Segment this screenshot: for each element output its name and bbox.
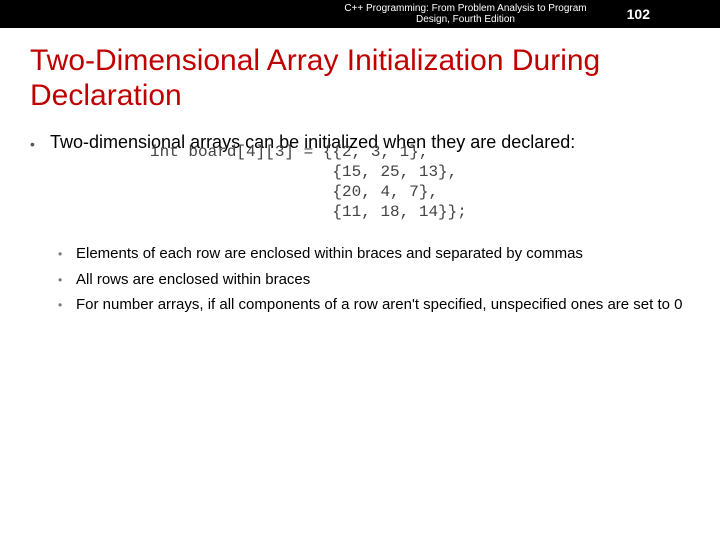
bullet-dot-icon: • <box>58 295 76 315</box>
bullet-level2: • For number arrays, if all components o… <box>58 295 700 315</box>
bullet-dot-icon: • <box>58 270 76 290</box>
bullet-dot-icon: • <box>30 131 50 154</box>
code-block: int board[4][3] = {{2, 3, 1}, {15, 25, 1… <box>30 142 700 222</box>
bullet-text: All rows are enclosed within braces <box>76 270 700 290</box>
page-number: 102 <box>627 6 650 22</box>
bullet-dot-icon: • <box>58 244 76 264</box>
bullet-level2: • All rows are enclosed within braces <box>58 270 700 290</box>
slide-body: • Two-dimensional arrays can be initiali… <box>0 123 720 315</box>
slide: C++ Programming: From Problem Analysis t… <box>0 0 720 540</box>
book-title: C++ Programming: From Problem Analysis t… <box>344 3 586 26</box>
sub-bullet-list: • Elements of each row are enclosed with… <box>30 230 700 315</box>
code-text: int board[4][3] = {{2, 3, 1}, {15, 25, 1… <box>150 142 700 222</box>
bullet-text: For number arrays, if all components of … <box>76 295 700 315</box>
slide-header: C++ Programming: From Problem Analysis t… <box>0 0 720 28</box>
slide-title: Two-Dimensional Array Initialization Dur… <box>0 28 720 123</box>
bullet-text: Elements of each row are enclosed within… <box>76 244 700 264</box>
bullet-level2: • Elements of each row are enclosed with… <box>58 244 700 264</box>
